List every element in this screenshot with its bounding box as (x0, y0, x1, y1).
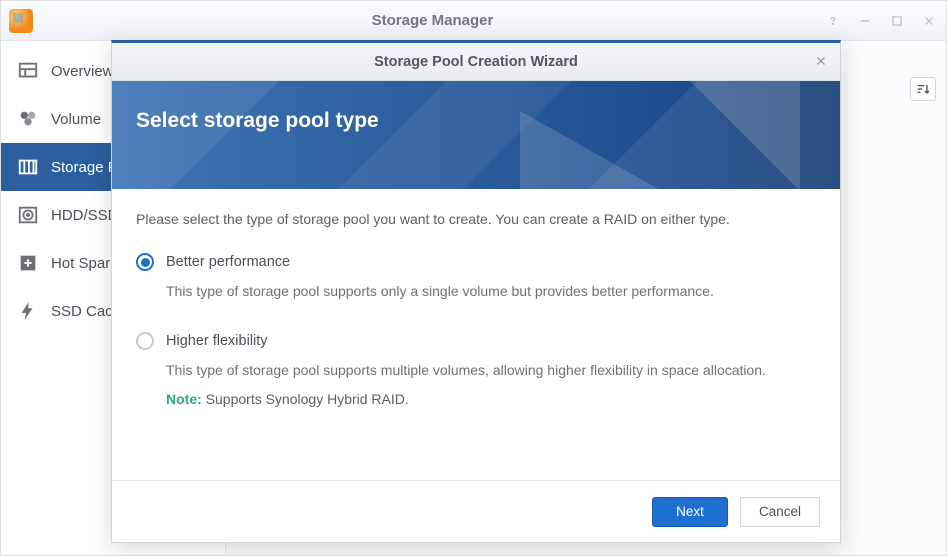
option-description: This type of storage pool supports multi… (166, 360, 816, 381)
hot-spare-icon (17, 252, 39, 274)
modal-hero: Select storage pool type (112, 81, 840, 189)
modal-intro-text: Please select the type of storage pool y… (136, 211, 816, 227)
storage-pool-wizard-modal: Storage Pool Creation Wizard Select stor… (111, 40, 841, 543)
option-label[interactable]: Higher flexibility (166, 333, 268, 349)
option-higher-flexibility: Higher flexibility This type of storage … (136, 332, 816, 407)
option-label[interactable]: Better performance (166, 254, 290, 270)
storage-pool-icon (17, 156, 39, 178)
hdd-icon (17, 204, 39, 226)
sidebar-item-label: HDD/SSD (51, 207, 119, 224)
option-note: Note: Supports Synology Hybrid RAID. (166, 391, 816, 407)
radio-better-performance[interactable] (136, 253, 154, 271)
option-better-performance: Better performance This type of storage … (136, 253, 816, 302)
sort-button[interactable] (910, 77, 936, 101)
sidebar-item-label: Volume (51, 111, 101, 128)
window-titlebar: Storage Manager (1, 1, 946, 41)
modal-footer: Next Cancel (112, 480, 840, 542)
modal-title: Storage Pool Creation Wizard (374, 54, 578, 70)
close-button[interactable] (920, 12, 938, 30)
next-button[interactable]: Next (652, 497, 728, 527)
window-controls (824, 12, 938, 30)
radio-higher-flexibility[interactable] (136, 332, 154, 350)
minimize-button[interactable] (856, 12, 874, 30)
help-icon[interactable] (824, 12, 842, 30)
sidebar-item-label: Hot Spare (51, 255, 119, 272)
overview-icon (17, 60, 39, 82)
note-text: Supports Synology Hybrid RAID. (202, 391, 409, 407)
modal-heading: Select storage pool type (136, 109, 816, 133)
note-label: Note: (166, 391, 202, 407)
close-icon[interactable] (812, 52, 830, 70)
maximize-button[interactable] (888, 12, 906, 30)
window-title: Storage Manager (41, 12, 824, 29)
modal-titlebar: Storage Pool Creation Wizard (112, 43, 840, 81)
modal-body: Please select the type of storage pool y… (112, 189, 840, 480)
ssd-cache-icon (17, 300, 39, 322)
volume-icon (17, 108, 39, 130)
app-icon (9, 9, 33, 33)
cancel-button[interactable]: Cancel (740, 497, 820, 527)
sidebar-item-label: Overview (51, 63, 114, 80)
radio-dot-icon (141, 258, 150, 267)
option-description: This type of storage pool supports only … (166, 281, 816, 302)
